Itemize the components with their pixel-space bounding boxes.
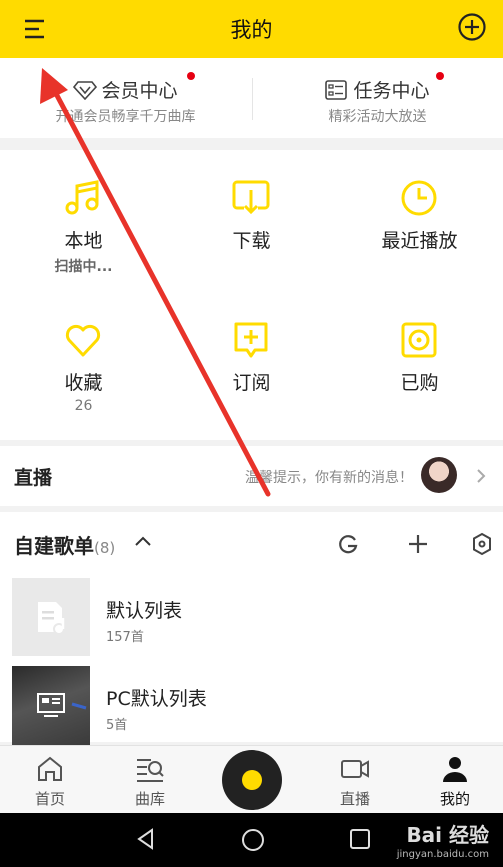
- home-icon: [38, 756, 62, 781]
- nav-library[interactable]: 曲库: [100, 746, 200, 814]
- grid-item-download[interactable]: 下载: [168, 150, 335, 290]
- import-g-icon[interactable]: [336, 532, 360, 556]
- nav-label: 曲库: [134, 790, 165, 808]
- playlist-count: (8): [94, 539, 116, 557]
- vip-center-subtitle: 开通会员畅享千万曲库: [55, 109, 196, 125]
- nav-label: 我的: [439, 790, 470, 808]
- system-nav-bar: Bai 经验 jingyan.baidu.com: [0, 813, 503, 867]
- playlist-song-count: 157首: [106, 630, 144, 645]
- vip-row: 会员中心 开通会员畅享千万曲库 任务中心 精彩活动大放送: [0, 58, 503, 138]
- document-music-icon: [38, 602, 65, 635]
- grid-item-favorite[interactable]: 收藏 26: [0, 292, 167, 432]
- top-header: 我的: [0, 0, 503, 58]
- task-center-title: 任务中心: [252, 76, 503, 103]
- bottom-nav: 首页 曲库 直播 我的: [0, 745, 503, 813]
- grid-label: 已购: [400, 372, 439, 394]
- purchased-disc-icon: [401, 322, 437, 358]
- vip-center-button[interactable]: 会员中心 开通会员畅享千万曲库: [0, 58, 251, 138]
- grid-item-recent[interactable]: 最近播放: [336, 150, 503, 290]
- playlist-header[interactable]: 自建歌单(8): [14, 530, 115, 559]
- playlist-song-count: 5首: [106, 718, 128, 733]
- nav-label: 直播: [339, 790, 370, 808]
- watermark-url: jingyan.baidu.com: [396, 849, 489, 860]
- notification-dot: [436, 72, 444, 80]
- live-row[interactable]: 直播 温馨提示，你有新的消息！: [0, 446, 503, 506]
- shortcut-grid: 本地 扫描中... 下载 最近播放 收藏 26 订阅 已购: [0, 150, 503, 440]
- list-item[interactable]: 默认列表 157首: [0, 574, 503, 658]
- watermark-brand: Bai 经验: [406, 823, 489, 847]
- heart-icon: [65, 324, 101, 357]
- download-icon: [232, 180, 270, 215]
- chevron-up-icon[interactable]: [134, 534, 152, 548]
- clock-icon: [401, 180, 437, 216]
- nav-label: 首页: [34, 790, 65, 808]
- computer-icon: [37, 693, 87, 717]
- task-list-icon: [325, 80, 348, 100]
- recents-square-icon[interactable]: [349, 828, 371, 850]
- library-search-icon: [137, 759, 164, 782]
- grid-item-local[interactable]: 本地 扫描中...: [0, 150, 167, 290]
- add-playlist-icon[interactable]: [406, 532, 430, 556]
- back-icon[interactable]: [134, 827, 158, 851]
- live-tip: 温馨提示，你有新的消息！: [245, 470, 413, 486]
- playlist-name: PC默认列表: [106, 688, 207, 710]
- home-circle-icon[interactable]: [240, 827, 266, 853]
- disc-center: [242, 770, 262, 790]
- settings-hex-icon[interactable]: [471, 532, 493, 556]
- grid-label: 本地: [64, 230, 103, 252]
- playlist-thumbnail: [12, 578, 90, 656]
- nav-mine[interactable]: 我的: [405, 746, 503, 814]
- grid-item-subscribe[interactable]: 订阅: [168, 292, 335, 432]
- music-note-icon: [65, 180, 99, 215]
- subscribe-icon: [234, 322, 268, 358]
- nav-live[interactable]: 直播: [305, 746, 405, 814]
- task-center-button[interactable]: 任务中心 精彩活动大放送: [252, 58, 503, 138]
- avatar[interactable]: [421, 457, 457, 493]
- chevron-right-icon: [477, 469, 486, 483]
- grid-label: 最近播放: [381, 230, 458, 252]
- playlist-section: 自建歌单(8) 默认列表 157首 PC默认列表 5首: [0, 512, 503, 746]
- playlist-name: 默认列表: [106, 600, 183, 622]
- grid-sublabel: 26: [74, 398, 93, 414]
- grid-sublabel: 扫描中...: [54, 259, 113, 275]
- vip-center-title: 会员中心: [0, 76, 251, 103]
- video-camera-icon: [341, 760, 369, 778]
- live-title: 直播: [14, 467, 53, 489]
- notification-dot: [187, 72, 195, 80]
- player-disc-button[interactable]: [222, 750, 282, 810]
- grid-label: 订阅: [232, 372, 271, 394]
- nav-home[interactable]: 首页: [0, 746, 100, 814]
- task-center-subtitle: 精彩活动大放送: [328, 109, 427, 125]
- plus-circle-icon[interactable]: [457, 12, 487, 42]
- user-icon: [443, 757, 467, 782]
- grid-label: 下载: [232, 230, 271, 252]
- diamond-icon: [73, 81, 98, 101]
- list-item[interactable]: PC默认列表 5首: [0, 662, 503, 746]
- playlist-thumbnail: [12, 666, 90, 746]
- grid-item-purchased[interactable]: 已购: [336, 292, 503, 432]
- page-title: 我的: [230, 18, 273, 42]
- grid-label: 收藏: [64, 372, 103, 394]
